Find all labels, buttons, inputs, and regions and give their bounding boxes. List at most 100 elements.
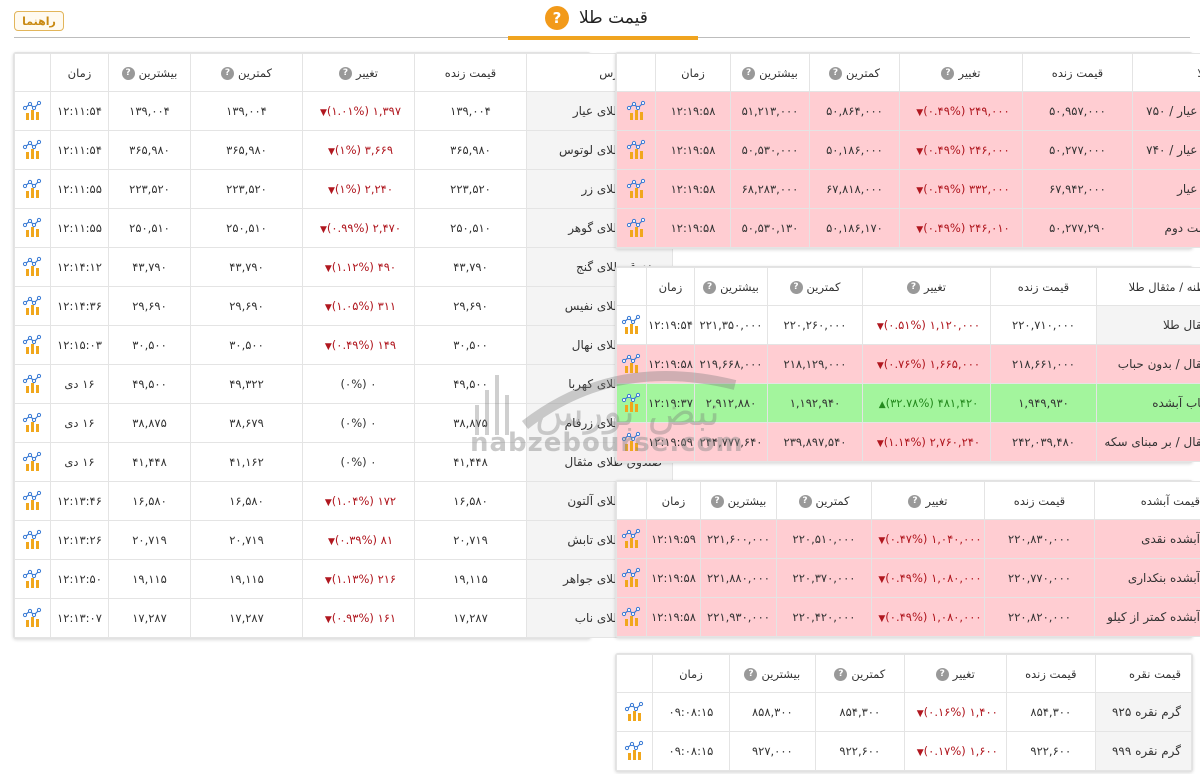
chart-cell[interactable] [14,364,51,404]
help-icon[interactable]: ? [545,6,569,30]
table-row[interactable]: صندوق طلای گنج۴۳,۷۹۰۴۹۰ (۱.۱۲%)▼۴۳,۷۹۰۴۳… [14,247,673,287]
table-row[interactable]: صندوق طلای مثقال ۴۱,۴۴۸ ۰ (۰%) ۴۱,۱۶۲ ۴۱,۴۴۸… [14,442,673,482]
chart-cell[interactable] [616,597,647,637]
chart-cell[interactable] [14,130,51,170]
table-row[interactable]: گرم نقره ۹۹۹ ۹۲۲,۶۰۰ ۱,۶۰۰ (۰.۱۷%)▼ ۹۲۲,۶۰۰… [615,731,1192,771]
table-row[interactable]: صندوق طلای ناب۱۷,۲۸۷۱۶۱ (۰.۹۳%)▼۱۷,۲۸۷۱۷… [14,598,673,638]
chart-icon[interactable] [624,740,646,762]
chart-cell[interactable] [616,91,656,131]
chart-icon[interactable] [22,334,44,356]
table-row[interactable]: طلای ۲۴ عیار ۶۷,۹۴۲,۰۰۰ ۳۳۲,۰۰۰ (۰.۴۹%)▼ ۶۷… [616,169,1200,209]
chart-cell[interactable] [616,169,656,209]
table-row[interactable]: صندوق طلای زر۲۲۳,۵۲۰۲,۲۴۰ (۱%)▼۲۲۳,۵۲۰۲۲… [14,169,673,209]
chart-cell[interactable] [616,422,647,462]
chart-cell[interactable] [616,383,647,423]
table-row[interactable]: صندوق طلای تابش۲۰,۷۱۹۸۱ (۰.۳۹%)▼۲۰,۷۱۹۲۰… [14,520,673,560]
help-icon[interactable]: ? [744,667,758,681]
table-row[interactable]: مثقال طلا ۲۲۰,۷۱۰,۰۰۰ ۱,۱۲۰,۰۰۰ (۰.۵۱%)▼ ۲۲… [616,305,1200,345]
chart-icon[interactable] [626,100,648,122]
chart-cell[interactable] [615,731,654,771]
table-row[interactable]: صندوق طلای کهربا۴۹,۵۰۰۰ (۰%)۴۹,۳۲۲۴۹,۵۰۰… [14,364,673,404]
help-icon[interactable]: ? [710,494,724,508]
table-row[interactable]: آبشده نقدی ۲۲۰,۸۳۰,۰۰۰ ۱,۰۴۰,۰۰۰ (۰.۴۷%)▼ ۲… [616,519,1200,559]
chart-icon[interactable] [22,529,44,551]
chart-cell[interactable] [616,519,647,559]
chart-cell[interactable] [14,286,51,326]
chart-icon[interactable] [22,412,44,434]
help-icon[interactable]: ? [908,494,922,508]
table-row[interactable]: صندوق طلای گوهر۲۵۰,۵۱۰۲,۴۷۰ (۰.۹۹%)▼۲۵۰,… [14,208,673,248]
table-row[interactable]: طلای دست دوم ۵۰,۲۷۷,۲۹۰ ۲۴۶,۰۱۰ (۰.۴۹%)▼ ۵۰… [616,208,1200,248]
chart-icon[interactable] [621,606,643,628]
table-row[interactable]: گرم نقره ۹۲۵ ۸۵۴,۳۰۰ ۱,۴۰۰ (۰.۱۶%)▼ ۸۵۴,۳۰۰… [615,692,1192,732]
table-row[interactable]: صندوق طلای لوتوس ۳۶۵,۹۸۰ ۳,۶۶۹ (۱%)▼ ۳۶۵,۹۸… [14,130,673,170]
chart-cell[interactable] [14,208,51,248]
chart-cell[interactable] [14,169,51,209]
chart-cell[interactable] [14,481,51,521]
chart-icon[interactable] [22,451,44,473]
help-icon[interactable]: ? [338,66,352,80]
chart-cell[interactable] [14,520,51,560]
help-icon[interactable]: ? [906,280,920,294]
time-cell: ۱۲:۱۲:۵۰ [50,559,109,599]
chart-icon[interactable] [624,701,646,723]
table-row[interactable]: صندوق طلای نهال۳۰,۵۰۰۱۴۹ (۰.۴۹%)▼۳۰,۵۰۰۳… [14,325,673,365]
chart-cell[interactable] [616,208,656,248]
chart-cell[interactable] [14,598,51,638]
table-row[interactable]: حباب آبشده ۱,۹۴۹,۹۳۰ ۴۸۱,۴۲۰ (۳۲.۷۸%)▲ ۱,۱۹… [616,383,1200,423]
table-row[interactable]: طلای ۱۸ عیار / ۷۵۰ ۵۰,۹۵۷,۰۰۰ ۲۴۹,۰۰۰ (۰.۴… [616,91,1200,131]
chart-icon[interactable] [22,178,44,200]
table-row[interactable]: مثقال / بدون حباب ۲۱۸,۶۶۱,۰۰۰ ۱,۶۶۵,۰۰۰ (۰… [616,344,1200,384]
help-icon[interactable]: ? [742,66,756,80]
chart-icon[interactable] [621,567,643,589]
table-row[interactable]: صندوق طلای نفیس ۲۹,۶۹۰ ۳۱۱ (۱.۰۵%)▼ ۲۹,۶۹۰ ۲… [14,286,673,326]
chart-icon[interactable] [626,217,648,239]
chart-cell[interactable] [616,305,647,345]
guide-button[interactable]: راهنما [14,11,64,31]
chart-cell[interactable] [14,325,51,365]
table-row[interactable]: صندوق طلای عیار۱۳۹,۰۰۴۱,۳۹۷ (۱.۰۱%)▼۱۳۹,… [14,91,673,131]
table-row[interactable]: طلای ۱۸ عیار / ۷۴۰ ۵۰,۲۷۷,۰۰۰ ۲۴۶,۰۰۰ (۰.۴… [616,130,1200,170]
chart-icon[interactable] [22,217,44,239]
chart-icon[interactable] [22,568,44,590]
table-row[interactable]: مثقال / بر مبنای سکه ۲۴۲,۰۳۹,۴۸۰ ۲,۷۶۰,۲۴۰… [616,422,1200,462]
chart-cell[interactable] [616,130,656,170]
chart-icon[interactable] [22,256,44,278]
chart-cell[interactable] [14,559,51,599]
help-icon[interactable]: ? [121,66,135,80]
chart-icon[interactable] [621,528,643,550]
chart-cell[interactable] [616,344,647,384]
chart-icon[interactable] [626,178,648,200]
chart-icon[interactable] [22,607,44,629]
help-icon[interactable]: ? [941,66,955,80]
chart-icon[interactable] [22,373,44,395]
chart-cell[interactable] [615,692,654,732]
chart-cell[interactable] [14,91,51,131]
table-row[interactable]: آبشده بنکداری ۲۲۰,۷۷۰,۰۰۰ ۱,۰۸۰,۰۰۰ (۰.۴۹%… [616,558,1200,598]
chart-cell[interactable] [14,247,51,287]
chart-icon[interactable] [621,353,643,375]
time-cell-value: ۱۲:۱۱:۵۴ [57,104,102,118]
chart-icon[interactable] [22,295,44,317]
chart-icon[interactable] [621,392,643,414]
help-icon[interactable]: ? [829,66,843,80]
table-row[interactable]: آبشده کمتر از کیلو ۲۲۰,۸۲۰,۰۰۰ ۱,۰۸۰,۰۰۰ (… [616,597,1200,637]
chart-icon[interactable] [621,314,643,336]
help-icon[interactable]: ? [703,280,717,294]
table-row[interactable]: صندوق طلای آلتون۱۶,۵۸۰۱۷۲ (۱.۰۴%)▼۱۶,۵۸۰… [14,481,673,521]
chart-icon[interactable] [22,100,44,122]
chart-cell[interactable] [14,442,51,482]
help-icon[interactable]: ? [798,494,812,508]
chart-cell[interactable] [616,558,647,598]
chart-icon[interactable] [626,139,648,161]
table-row[interactable]: صندوق طلای زرفام ۳۸,۸۷۵ ۰ (۰%) ۳۸,۶۷۹ ۳۸,۸۷۵… [14,403,673,443]
table-row[interactable]: صندوق طلای جواهر ۱۹,۱۱۵ ۲۱۶ (۱.۱۳%)▼ ۱۹,۱۱۵… [14,559,673,599]
chart-icon[interactable] [22,139,44,161]
chart-icon[interactable] [22,490,44,512]
help-icon[interactable]: ? [834,667,848,681]
help-icon[interactable]: ? [789,280,803,294]
help-icon[interactable]: ? [221,66,235,80]
chart-icon[interactable] [621,431,643,453]
chart-cell[interactable] [14,403,51,443]
help-icon[interactable]: ? [935,667,949,681]
